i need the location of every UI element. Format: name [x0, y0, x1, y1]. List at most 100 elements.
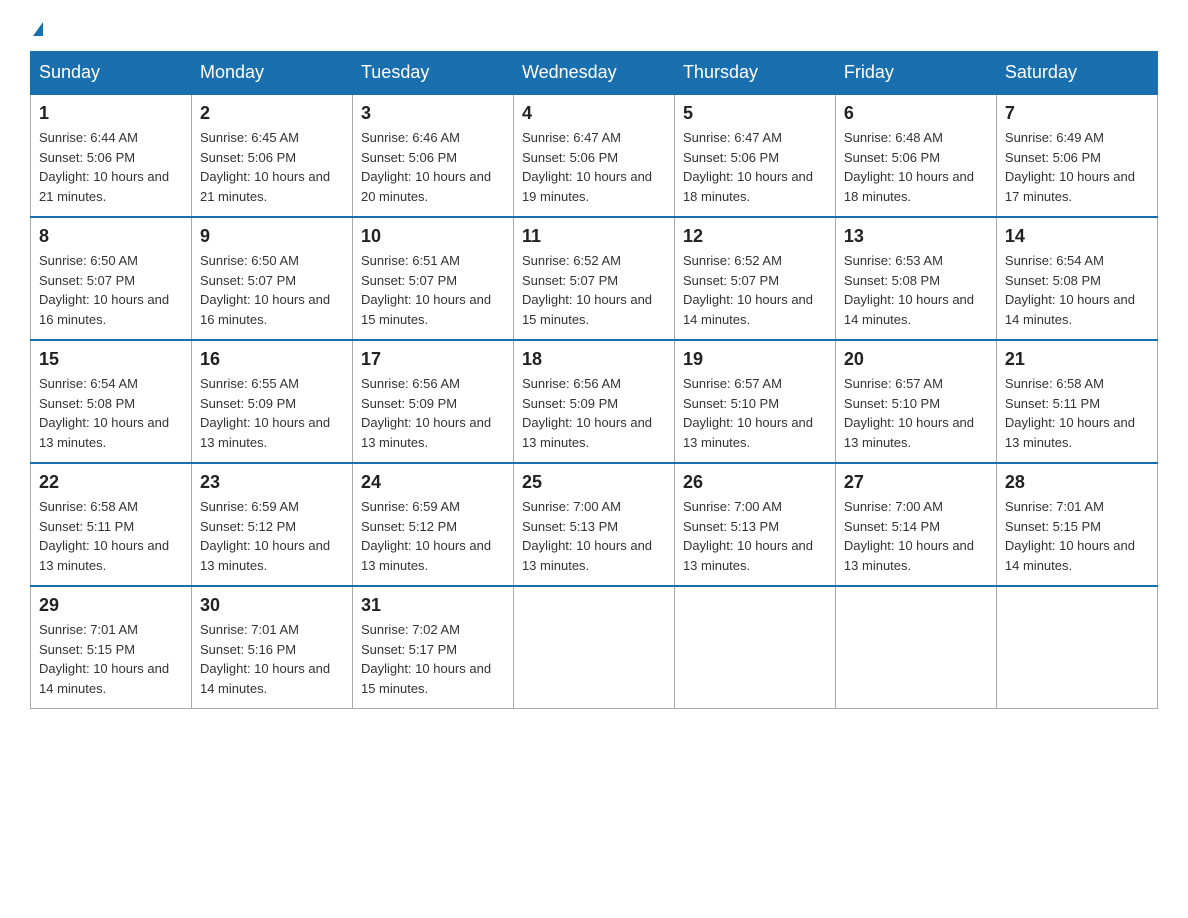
calendar-week-1: 1 Sunrise: 6:44 AMSunset: 5:06 PMDayligh… — [31, 94, 1158, 217]
day-info: Sunrise: 6:54 AMSunset: 5:08 PMDaylight:… — [1005, 253, 1135, 327]
day-info: Sunrise: 7:02 AMSunset: 5:17 PMDaylight:… — [361, 622, 491, 696]
day-number: 9 — [200, 226, 344, 247]
calendar-cell: 2 Sunrise: 6:45 AMSunset: 5:06 PMDayligh… — [191, 94, 352, 217]
calendar-cell: 9 Sunrise: 6:50 AMSunset: 5:07 PMDayligh… — [191, 217, 352, 340]
calendar-cell: 11 Sunrise: 6:52 AMSunset: 5:07 PMDaylig… — [513, 217, 674, 340]
day-info: Sunrise: 6:57 AMSunset: 5:10 PMDaylight:… — [844, 376, 974, 450]
day-info: Sunrise: 6:49 AMSunset: 5:06 PMDaylight:… — [1005, 130, 1135, 204]
calendar-cell: 19 Sunrise: 6:57 AMSunset: 5:10 PMDaylig… — [674, 340, 835, 463]
calendar-week-3: 15 Sunrise: 6:54 AMSunset: 5:08 PMDaylig… — [31, 340, 1158, 463]
day-number: 5 — [683, 103, 827, 124]
calendar-cell — [674, 586, 835, 709]
header-saturday: Saturday — [996, 52, 1157, 95]
day-info: Sunrise: 6:59 AMSunset: 5:12 PMDaylight:… — [200, 499, 330, 573]
calendar-cell: 10 Sunrise: 6:51 AMSunset: 5:07 PMDaylig… — [352, 217, 513, 340]
day-info: Sunrise: 6:45 AMSunset: 5:06 PMDaylight:… — [200, 130, 330, 204]
day-number: 1 — [39, 103, 183, 124]
calendar-cell — [835, 586, 996, 709]
calendar-cell: 8 Sunrise: 6:50 AMSunset: 5:07 PMDayligh… — [31, 217, 192, 340]
calendar-cell: 5 Sunrise: 6:47 AMSunset: 5:06 PMDayligh… — [674, 94, 835, 217]
calendar-cell: 20 Sunrise: 6:57 AMSunset: 5:10 PMDaylig… — [835, 340, 996, 463]
day-number: 15 — [39, 349, 183, 370]
day-number: 21 — [1005, 349, 1149, 370]
calendar-cell: 14 Sunrise: 6:54 AMSunset: 5:08 PMDaylig… — [996, 217, 1157, 340]
calendar-cell: 3 Sunrise: 6:46 AMSunset: 5:06 PMDayligh… — [352, 94, 513, 217]
header-wednesday: Wednesday — [513, 52, 674, 95]
day-number: 3 — [361, 103, 505, 124]
day-info: Sunrise: 6:50 AMSunset: 5:07 PMDaylight:… — [200, 253, 330, 327]
day-info: Sunrise: 6:58 AMSunset: 5:11 PMDaylight:… — [1005, 376, 1135, 450]
calendar-week-2: 8 Sunrise: 6:50 AMSunset: 5:07 PMDayligh… — [31, 217, 1158, 340]
calendar-cell: 24 Sunrise: 6:59 AMSunset: 5:12 PMDaylig… — [352, 463, 513, 586]
calendar-cell: 16 Sunrise: 6:55 AMSunset: 5:09 PMDaylig… — [191, 340, 352, 463]
day-info: Sunrise: 6:47 AMSunset: 5:06 PMDaylight:… — [522, 130, 652, 204]
calendar-cell: 18 Sunrise: 6:56 AMSunset: 5:09 PMDaylig… — [513, 340, 674, 463]
day-info: Sunrise: 7:00 AMSunset: 5:13 PMDaylight:… — [522, 499, 652, 573]
calendar-cell: 31 Sunrise: 7:02 AMSunset: 5:17 PMDaylig… — [352, 586, 513, 709]
day-number: 31 — [361, 595, 505, 616]
day-number: 20 — [844, 349, 988, 370]
day-info: Sunrise: 6:47 AMSunset: 5:06 PMDaylight:… — [683, 130, 813, 204]
day-info: Sunrise: 7:01 AMSunset: 5:15 PMDaylight:… — [39, 622, 169, 696]
calendar-cell: 12 Sunrise: 6:52 AMSunset: 5:07 PMDaylig… — [674, 217, 835, 340]
day-number: 13 — [844, 226, 988, 247]
day-info: Sunrise: 6:56 AMSunset: 5:09 PMDaylight:… — [522, 376, 652, 450]
day-info: Sunrise: 6:58 AMSunset: 5:11 PMDaylight:… — [39, 499, 169, 573]
day-info: Sunrise: 7:00 AMSunset: 5:13 PMDaylight:… — [683, 499, 813, 573]
calendar-cell: 13 Sunrise: 6:53 AMSunset: 5:08 PMDaylig… — [835, 217, 996, 340]
day-number: 17 — [361, 349, 505, 370]
calendar-header-row: SundayMondayTuesdayWednesdayThursdayFrid… — [31, 52, 1158, 95]
header-sunday: Sunday — [31, 52, 192, 95]
day-info: Sunrise: 6:50 AMSunset: 5:07 PMDaylight:… — [39, 253, 169, 327]
header-tuesday: Tuesday — [352, 52, 513, 95]
header-monday: Monday — [191, 52, 352, 95]
day-number: 28 — [1005, 472, 1149, 493]
calendar-cell: 21 Sunrise: 6:58 AMSunset: 5:11 PMDaylig… — [996, 340, 1157, 463]
day-number: 23 — [200, 472, 344, 493]
day-number: 11 — [522, 226, 666, 247]
day-number: 4 — [522, 103, 666, 124]
day-info: Sunrise: 6:54 AMSunset: 5:08 PMDaylight:… — [39, 376, 169, 450]
day-number: 25 — [522, 472, 666, 493]
calendar-cell: 30 Sunrise: 7:01 AMSunset: 5:16 PMDaylig… — [191, 586, 352, 709]
calendar-cell: 17 Sunrise: 6:56 AMSunset: 5:09 PMDaylig… — [352, 340, 513, 463]
day-info: Sunrise: 6:44 AMSunset: 5:06 PMDaylight:… — [39, 130, 169, 204]
day-info: Sunrise: 6:56 AMSunset: 5:09 PMDaylight:… — [361, 376, 491, 450]
day-number: 12 — [683, 226, 827, 247]
day-number: 30 — [200, 595, 344, 616]
day-info: Sunrise: 6:51 AMSunset: 5:07 PMDaylight:… — [361, 253, 491, 327]
calendar-cell — [996, 586, 1157, 709]
day-number: 27 — [844, 472, 988, 493]
calendar-cell: 7 Sunrise: 6:49 AMSunset: 5:06 PMDayligh… — [996, 94, 1157, 217]
day-info: Sunrise: 7:01 AMSunset: 5:16 PMDaylight:… — [200, 622, 330, 696]
day-number: 22 — [39, 472, 183, 493]
calendar-cell: 28 Sunrise: 7:01 AMSunset: 5:15 PMDaylig… — [996, 463, 1157, 586]
day-number: 2 — [200, 103, 344, 124]
calendar-week-5: 29 Sunrise: 7:01 AMSunset: 5:15 PMDaylig… — [31, 586, 1158, 709]
day-number: 19 — [683, 349, 827, 370]
header-friday: Friday — [835, 52, 996, 95]
calendar-week-4: 22 Sunrise: 6:58 AMSunset: 5:11 PMDaylig… — [31, 463, 1158, 586]
calendar-table: SundayMondayTuesdayWednesdayThursdayFrid… — [30, 51, 1158, 709]
logo — [30, 25, 43, 39]
day-number: 8 — [39, 226, 183, 247]
logo-arrow-icon — [33, 22, 43, 36]
day-number: 29 — [39, 595, 183, 616]
day-info: Sunrise: 6:57 AMSunset: 5:10 PMDaylight:… — [683, 376, 813, 450]
calendar-cell: 23 Sunrise: 6:59 AMSunset: 5:12 PMDaylig… — [191, 463, 352, 586]
calendar-cell: 15 Sunrise: 6:54 AMSunset: 5:08 PMDaylig… — [31, 340, 192, 463]
day-number: 26 — [683, 472, 827, 493]
calendar-cell: 27 Sunrise: 7:00 AMSunset: 5:14 PMDaylig… — [835, 463, 996, 586]
calendar-cell — [513, 586, 674, 709]
day-info: Sunrise: 6:59 AMSunset: 5:12 PMDaylight:… — [361, 499, 491, 573]
day-number: 16 — [200, 349, 344, 370]
day-info: Sunrise: 6:52 AMSunset: 5:07 PMDaylight:… — [683, 253, 813, 327]
day-number: 18 — [522, 349, 666, 370]
header-thursday: Thursday — [674, 52, 835, 95]
day-number: 6 — [844, 103, 988, 124]
day-number: 10 — [361, 226, 505, 247]
day-info: Sunrise: 7:01 AMSunset: 5:15 PMDaylight:… — [1005, 499, 1135, 573]
calendar-cell: 4 Sunrise: 6:47 AMSunset: 5:06 PMDayligh… — [513, 94, 674, 217]
calendar-cell: 29 Sunrise: 7:01 AMSunset: 5:15 PMDaylig… — [31, 586, 192, 709]
calendar-cell: 26 Sunrise: 7:00 AMSunset: 5:13 PMDaylig… — [674, 463, 835, 586]
